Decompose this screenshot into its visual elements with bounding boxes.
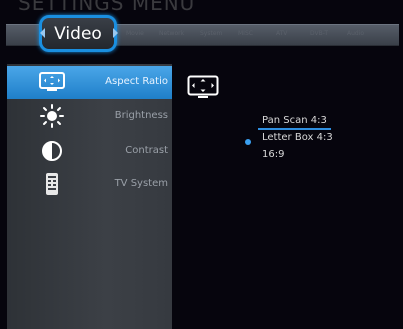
video-settings-screen: SETTINGS MENU Movie Network System MISC …: [0, 0, 403, 329]
option-highlight-underline: [258, 128, 331, 130]
tab-system[interactable]: System: [200, 30, 222, 37]
menu-item-brightness[interactable]: Brightness: [7, 100, 172, 133]
option-letter-box[interactable]: Letter Box 4:3: [262, 132, 333, 143]
tab-dvbt[interactable]: DVB-T: [310, 30, 328, 37]
menu-item-label: Brightness: [114, 110, 168, 121]
tv-system-icon: [39, 172, 65, 196]
current-selection-dot-icon: [245, 139, 251, 145]
option-pan-scan[interactable]: Pan Scan 4:3: [262, 115, 327, 126]
tab-right-arrow-icon[interactable]: [113, 28, 118, 38]
brightness-icon: [39, 104, 65, 128]
faded-title: SETTINGS MENU: [18, 0, 196, 15]
tab-audio[interactable]: Audio: [347, 30, 364, 37]
aspect-ratio-icon: [39, 70, 65, 94]
menu-item-label: Aspect Ratio: [105, 76, 168, 87]
tab-left-arrow-icon[interactable]: [40, 28, 45, 38]
menu-item-contrast[interactable]: Contrast: [7, 135, 172, 168]
menu-item-label: TV System: [114, 178, 168, 189]
tab-movie[interactable]: Movie: [126, 30, 144, 37]
tab-video[interactable]: Video: [39, 15, 117, 52]
contrast-icon: [39, 139, 65, 163]
tab-video-label: Video: [54, 23, 102, 44]
tab-misc[interactable]: MISC: [238, 30, 253, 37]
aspect-ratio-preview-icon: [187, 75, 219, 99]
menu-item-label: Contrast: [125, 145, 168, 156]
option-16-9[interactable]: 16:9: [262, 149, 284, 160]
settings-menu: Aspect Ratio Brightness Contrast TV Syst…: [7, 64, 172, 329]
tab-network[interactable]: Network: [159, 30, 184, 37]
tab-atv[interactable]: ATV: [276, 30, 287, 37]
menu-item-aspect-ratio[interactable]: Aspect Ratio: [7, 66, 172, 99]
menu-item-tv-system[interactable]: TV System: [7, 168, 172, 201]
